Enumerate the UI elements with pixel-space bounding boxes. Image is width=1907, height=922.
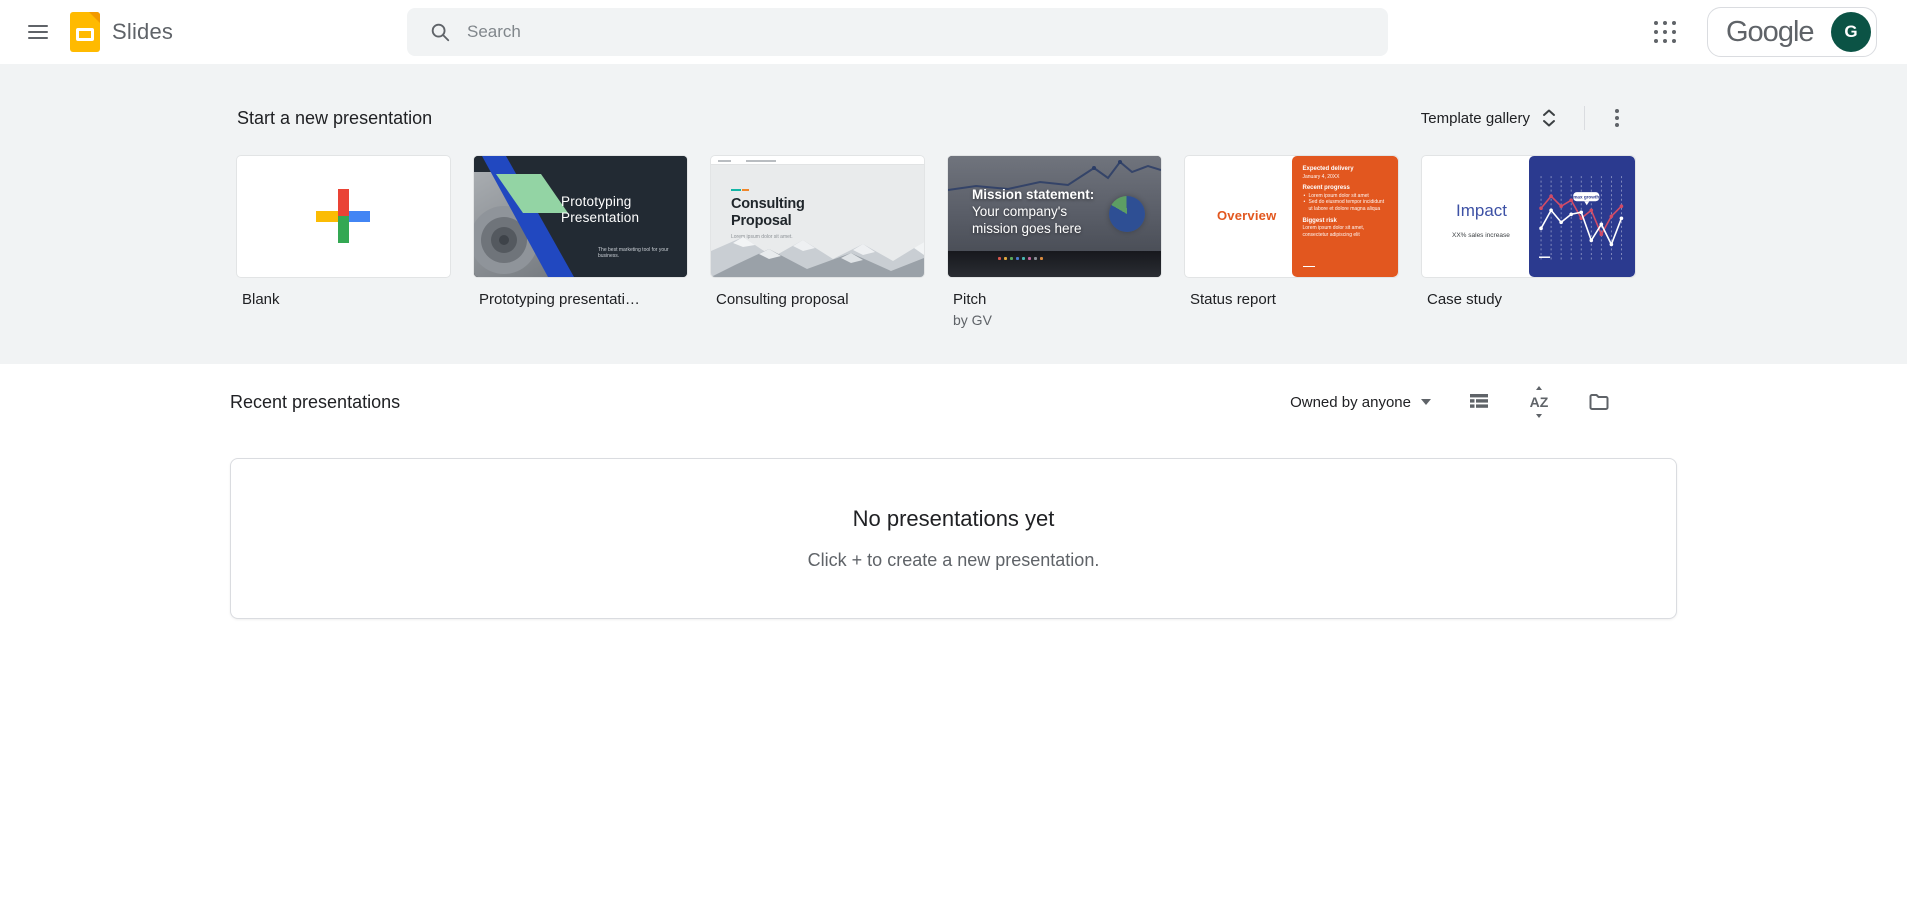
template-card-status-report[interactable]: Overview Expected delivery January 4, 20… [1185, 156, 1398, 328]
template-label: Consulting proposal [716, 291, 924, 308]
top-app-bar: Slides Google G [0, 0, 1907, 64]
thumb-line2: Your company's [972, 203, 1094, 220]
start-section-title: Start a new presentation [237, 108, 432, 129]
dropdown-arrow-icon [1421, 399, 1431, 405]
panel-text: January 4, 20XX [1303, 174, 1389, 181]
thumb-title-line1: Consulting [731, 196, 805, 213]
dock-icons [998, 257, 1043, 260]
expand-gallery-icon [1542, 109, 1556, 127]
template-label: Case study [1427, 291, 1635, 308]
template-label: Prototyping presentati… [479, 291, 687, 308]
panel-dash [1303, 266, 1315, 268]
template-card-blank[interactable]: Blank [237, 156, 450, 328]
account-avatar: G [1831, 12, 1871, 52]
open-file-picker-button[interactable] [1577, 380, 1621, 424]
thumb-header-bar [711, 156, 924, 165]
list-view-button[interactable] [1457, 380, 1501, 424]
chart-panel: max growth [1529, 156, 1636, 277]
sort-options-button[interactable]: AZ [1517, 380, 1561, 424]
pie-chart-art [1109, 196, 1145, 232]
kebab-icon [1615, 109, 1619, 113]
thumb-title-line1: Prototyping [561, 194, 639, 210]
template-label: Status report [1190, 291, 1398, 308]
thumb-slide-title: Impact [1456, 201, 1507, 221]
slides-logo-icon [70, 12, 100, 52]
google-account-button[interactable]: Google G [1707, 7, 1877, 57]
blank-thumbnail [237, 156, 450, 277]
template-label: Pitch [953, 291, 1161, 308]
more-options-button[interactable] [1599, 100, 1635, 136]
panel-text: Lorem ipsum dolor sit amet, consectetur … [1303, 225, 1389, 238]
thumb-line3: mission goes here [972, 220, 1094, 237]
thumb-slide-subtitle: XX% sales increase [1452, 232, 1510, 239]
empty-state-card: No presentations yet Click + to create a… [230, 458, 1677, 619]
thumb-title-line2: Presentation [561, 210, 639, 226]
search-bar[interactable] [407, 8, 1388, 56]
accent-dash [731, 189, 749, 191]
template-label: Blank [242, 291, 450, 308]
consulting-thumbnail: Consulting Proposal Lorem ipsum dolor si… [711, 156, 924, 277]
prototyping-thumbnail: Prototyping Presentation The best market… [474, 156, 687, 277]
ownership-filter-dropdown[interactable]: Owned by anyone [1280, 386, 1441, 419]
hamburger-icon [28, 21, 48, 43]
sort-az-icon: AZ [1526, 390, 1552, 414]
chart-callout-label: max growth [1573, 194, 1599, 199]
apps-grid-icon [1654, 21, 1676, 43]
main-menu-button[interactable] [14, 8, 62, 56]
google-apps-button[interactable] [1645, 12, 1685, 52]
mountains-art [711, 225, 924, 277]
recent-section-title: Recent presentations [230, 392, 400, 413]
status-report-thumbnail: Overview Expected delivery January 4, 20… [1185, 156, 1398, 277]
template-gallery-button[interactable]: Template gallery [1411, 101, 1566, 135]
panel-heading: Biggest risk [1303, 218, 1389, 224]
empty-state-title: No presentations yet [853, 506, 1055, 532]
template-card-pitch[interactable]: Mission statement: Your company's missio… [948, 156, 1161, 328]
thumb-line1: Mission statement: [972, 186, 1094, 203]
template-card-consulting[interactable]: Consulting Proposal Lorem ipsum dolor si… [711, 156, 924, 328]
app-title: Slides [112, 19, 173, 45]
template-cards-row: Blank [237, 156, 1635, 328]
empty-state-subtitle: Click + to create a new presentation. [808, 550, 1100, 571]
list-view-icon [1467, 390, 1491, 414]
recent-presentations-section: Recent presentations Owned by anyone [0, 364, 1907, 619]
panel-bullet: Lorem ipsum dolor sit amet [1303, 193, 1389, 200]
template-gallery-label: Template gallery [1421, 110, 1530, 127]
search-icon [429, 21, 451, 43]
divider [1584, 106, 1585, 130]
template-card-prototyping[interactable]: Prototyping Presentation The best market… [474, 156, 687, 328]
google-wordmark: Google [1726, 16, 1814, 49]
start-new-presentation-section: Start a new presentation Template galler… [0, 64, 1907, 364]
template-byline: by GV [953, 312, 1161, 328]
folder-icon [1587, 390, 1611, 414]
thumb-subtitle: The best marketing tool for your busines… [598, 247, 687, 259]
pitch-thumbnail: Mission statement: Your company's missio… [948, 156, 1161, 277]
ownership-filter-label: Owned by anyone [1290, 394, 1411, 411]
zigzag-chart-art: max growth [1529, 156, 1635, 277]
case-study-thumbnail: Impact XX% sales increase [1422, 156, 1635, 277]
panel-bullet: Sed do eiusmod tempor incididunt ut labo… [1303, 199, 1389, 213]
new-presentation-plus-icon [316, 189, 370, 243]
search-input[interactable] [467, 22, 1374, 42]
panel-heading: Recent progress [1303, 185, 1389, 191]
status-panel: Expected delivery January 4, 20XX Recent… [1292, 156, 1399, 277]
template-card-case-study[interactable]: Impact XX% sales increase [1422, 156, 1635, 328]
slides-home-link[interactable]: Slides [70, 12, 173, 52]
panel-heading: Expected delivery [1303, 166, 1389, 172]
laptop-base [948, 251, 1161, 277]
thumb-slide-title: Overview [1217, 208, 1276, 223]
